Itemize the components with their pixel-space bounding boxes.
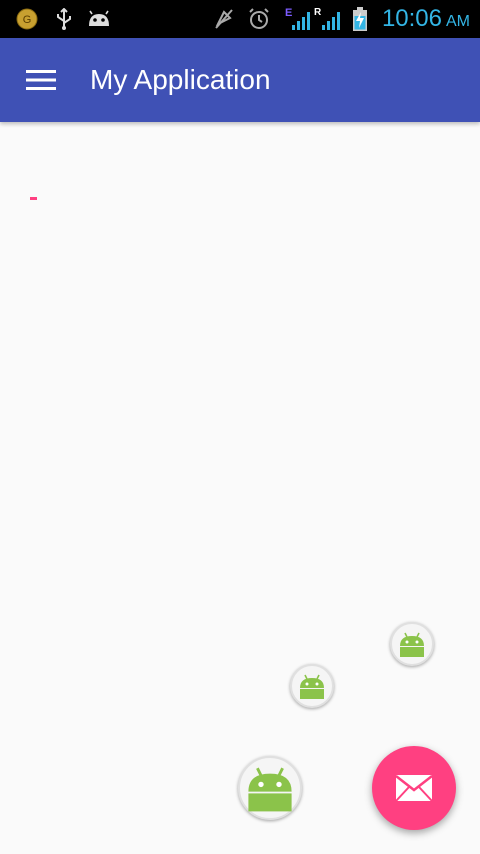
android-debug-icon [86,0,112,38]
page-title: My Application [90,64,271,95]
time-text: 10:06 [381,5,442,32]
battery-charging-icon [350,0,370,38]
android-icon [400,632,424,657]
svg-text:E: E [285,7,292,19]
app-bar: My Application [0,38,480,122]
mute-icon [212,0,236,38]
svg-text:R: R [314,7,322,18]
status-bar: G E R 10:06 AM [0,0,480,38]
mini-fab-3[interactable] [238,756,302,820]
android-icon [248,767,292,812]
menu-icon [26,70,56,90]
usb-icon [54,0,74,38]
text-cursor [30,197,37,200]
signal-e-icon: E [284,0,312,38]
signal-r-icon: R [314,0,342,38]
g-icon: G [16,0,38,38]
android-icon [300,674,324,699]
mini-fab-2[interactable] [290,664,334,708]
status-time: 10:06 AM [382,0,470,38]
compose-mail-fab[interactable] [372,746,456,830]
alarm-icon [246,0,272,38]
menu-button[interactable] [18,58,64,102]
svg-text:G: G [23,14,32,26]
content-area [0,122,480,854]
mail-icon [395,775,433,802]
mini-fab-1[interactable] [390,622,434,666]
ampm-text: AM [446,13,470,30]
